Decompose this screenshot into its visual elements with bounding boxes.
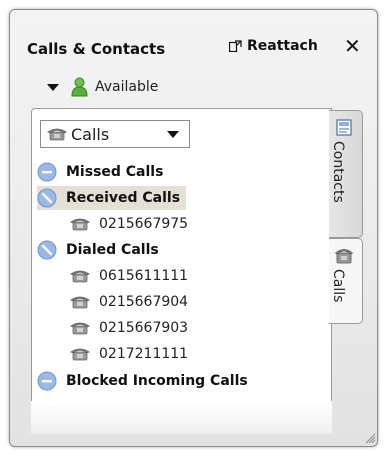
resize-grip-icon[interactable] (364, 432, 376, 444)
phone-icon (70, 296, 90, 309)
tab-contacts[interactable]: Contacts (329, 110, 363, 238)
call-number: 0215667975 (99, 216, 189, 232)
call-entry[interactable]: 0215667904 (70, 291, 188, 313)
view-dropdown-label: Calls (71, 124, 110, 144)
group-blocked-incoming-calls[interactable]: Blocked Incoming Calls (37, 369, 248, 393)
call-entry[interactable]: 0215667975 (70, 213, 188, 235)
dropdown-arrow-icon (47, 83, 59, 91)
group-received-calls[interactable]: Received Calls (37, 186, 187, 210)
collapse-icon (37, 162, 57, 182)
phone-icon (70, 348, 90, 361)
group-label: Missed Calls (66, 164, 164, 180)
group-label: Dialed Calls (66, 242, 159, 258)
close-button[interactable]: ✕ (344, 34, 361, 58)
call-entry[interactable]: 0215667903 (70, 317, 188, 339)
phone-icon (47, 128, 67, 141)
call-number: 0217211111 (99, 346, 189, 362)
group-missed-calls[interactable]: Missed Calls (37, 160, 163, 184)
close-icon: ✕ (344, 34, 361, 58)
expand-icon (37, 188, 57, 208)
phone-icon (70, 218, 90, 231)
expand-icon (37, 240, 57, 260)
call-number: 0215667904 (99, 294, 189, 310)
window-title: Calls & Contacts (27, 40, 166, 58)
panel-footer (31, 401, 332, 434)
view-dropdown[interactable]: Calls (40, 120, 190, 148)
phone-icon (70, 270, 90, 283)
presence-status: Available (95, 79, 159, 95)
group-label: Blocked Incoming Calls (66, 373, 248, 389)
call-number: 0615611111 (99, 268, 189, 284)
phone-icon (70, 322, 90, 335)
call-entry[interactable]: 0615611111 (70, 265, 188, 287)
call-number: 0215667903 (99, 320, 189, 336)
call-entry[interactable]: 0217211111 (70, 343, 188, 365)
user-available-icon (71, 77, 88, 97)
contacts-icon (336, 119, 352, 136)
collapse-icon (37, 371, 57, 391)
phone-icon (335, 249, 353, 264)
tab-contacts-label: Contacts (330, 141, 346, 203)
chevron-down-icon (167, 130, 179, 138)
tab-calls[interactable]: Calls (329, 238, 363, 324)
group-dialed-calls[interactable]: Dialed Calls (37, 238, 159, 262)
reattach-icon (229, 40, 242, 52)
presence-selector[interactable]: Available (47, 77, 158, 97)
reattach-button[interactable]: Reattach (229, 38, 318, 54)
tab-calls-label: Calls (330, 269, 346, 303)
reattach-label: Reattach (247, 38, 318, 54)
group-label: Received Calls (66, 190, 181, 206)
